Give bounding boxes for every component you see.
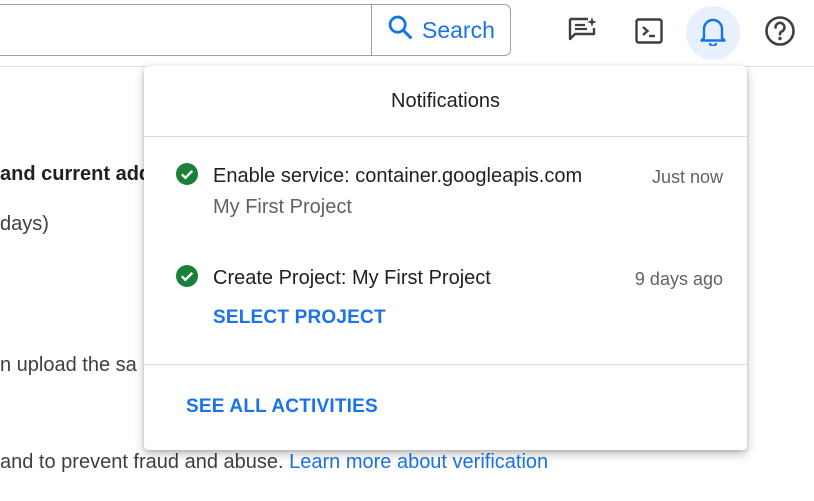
- success-check-icon: [176, 163, 198, 185]
- notification-subtitle: My First Project: [213, 196, 352, 218]
- notification-title: Create Project: My First Project: [213, 267, 491, 289]
- help-icon: [764, 15, 796, 52]
- search-button-label: Search: [422, 16, 495, 43]
- bg-heading: and current add: [0, 163, 152, 185]
- bg-text-fraud: and to prevent fraud and abuse. Learn mo…: [0, 451, 548, 474]
- header-divider: [144, 136, 747, 137]
- cloud-shell-icon: [634, 16, 664, 51]
- notification-title: Enable service: container.googleapis.com: [213, 165, 583, 187]
- notification-time: Just now: [651, 167, 723, 187]
- notifications-button[interactable]: [686, 6, 740, 60]
- notifications-title: Notifications: [391, 89, 500, 112]
- feedback-icon: [566, 15, 598, 52]
- footer-divider: [144, 364, 747, 365]
- success-check-icon: [176, 265, 198, 287]
- search-icon: [386, 13, 414, 47]
- notification-time: 9 days ago: [634, 269, 723, 289]
- cloud-shell-button[interactable]: [622, 6, 676, 60]
- bg-fraud-text: and to prevent fraud and abuse.: [0, 451, 290, 473]
- select-project-button[interactable]: SELECT PROJECT: [213, 307, 386, 329]
- see-all-activities-button[interactable]: SEE ALL ACTIVITIES: [186, 396, 378, 418]
- feedback-button[interactable]: [555, 6, 609, 60]
- top-bar: Search: [0, 0, 814, 67]
- bg-text-days: days): [0, 213, 49, 235]
- search-divider: [371, 5, 372, 56]
- learn-more-verification-link[interactable]: Learn more about verification: [289, 451, 548, 473]
- search-button[interactable]: Search: [386, 14, 495, 46]
- notifications-panel: Notifications Enable service: container.…: [144, 66, 747, 450]
- help-button[interactable]: [753, 6, 807, 60]
- notifications-bell-icon: [699, 16, 727, 51]
- bg-text-upload: n upload the sa: [0, 354, 137, 376]
